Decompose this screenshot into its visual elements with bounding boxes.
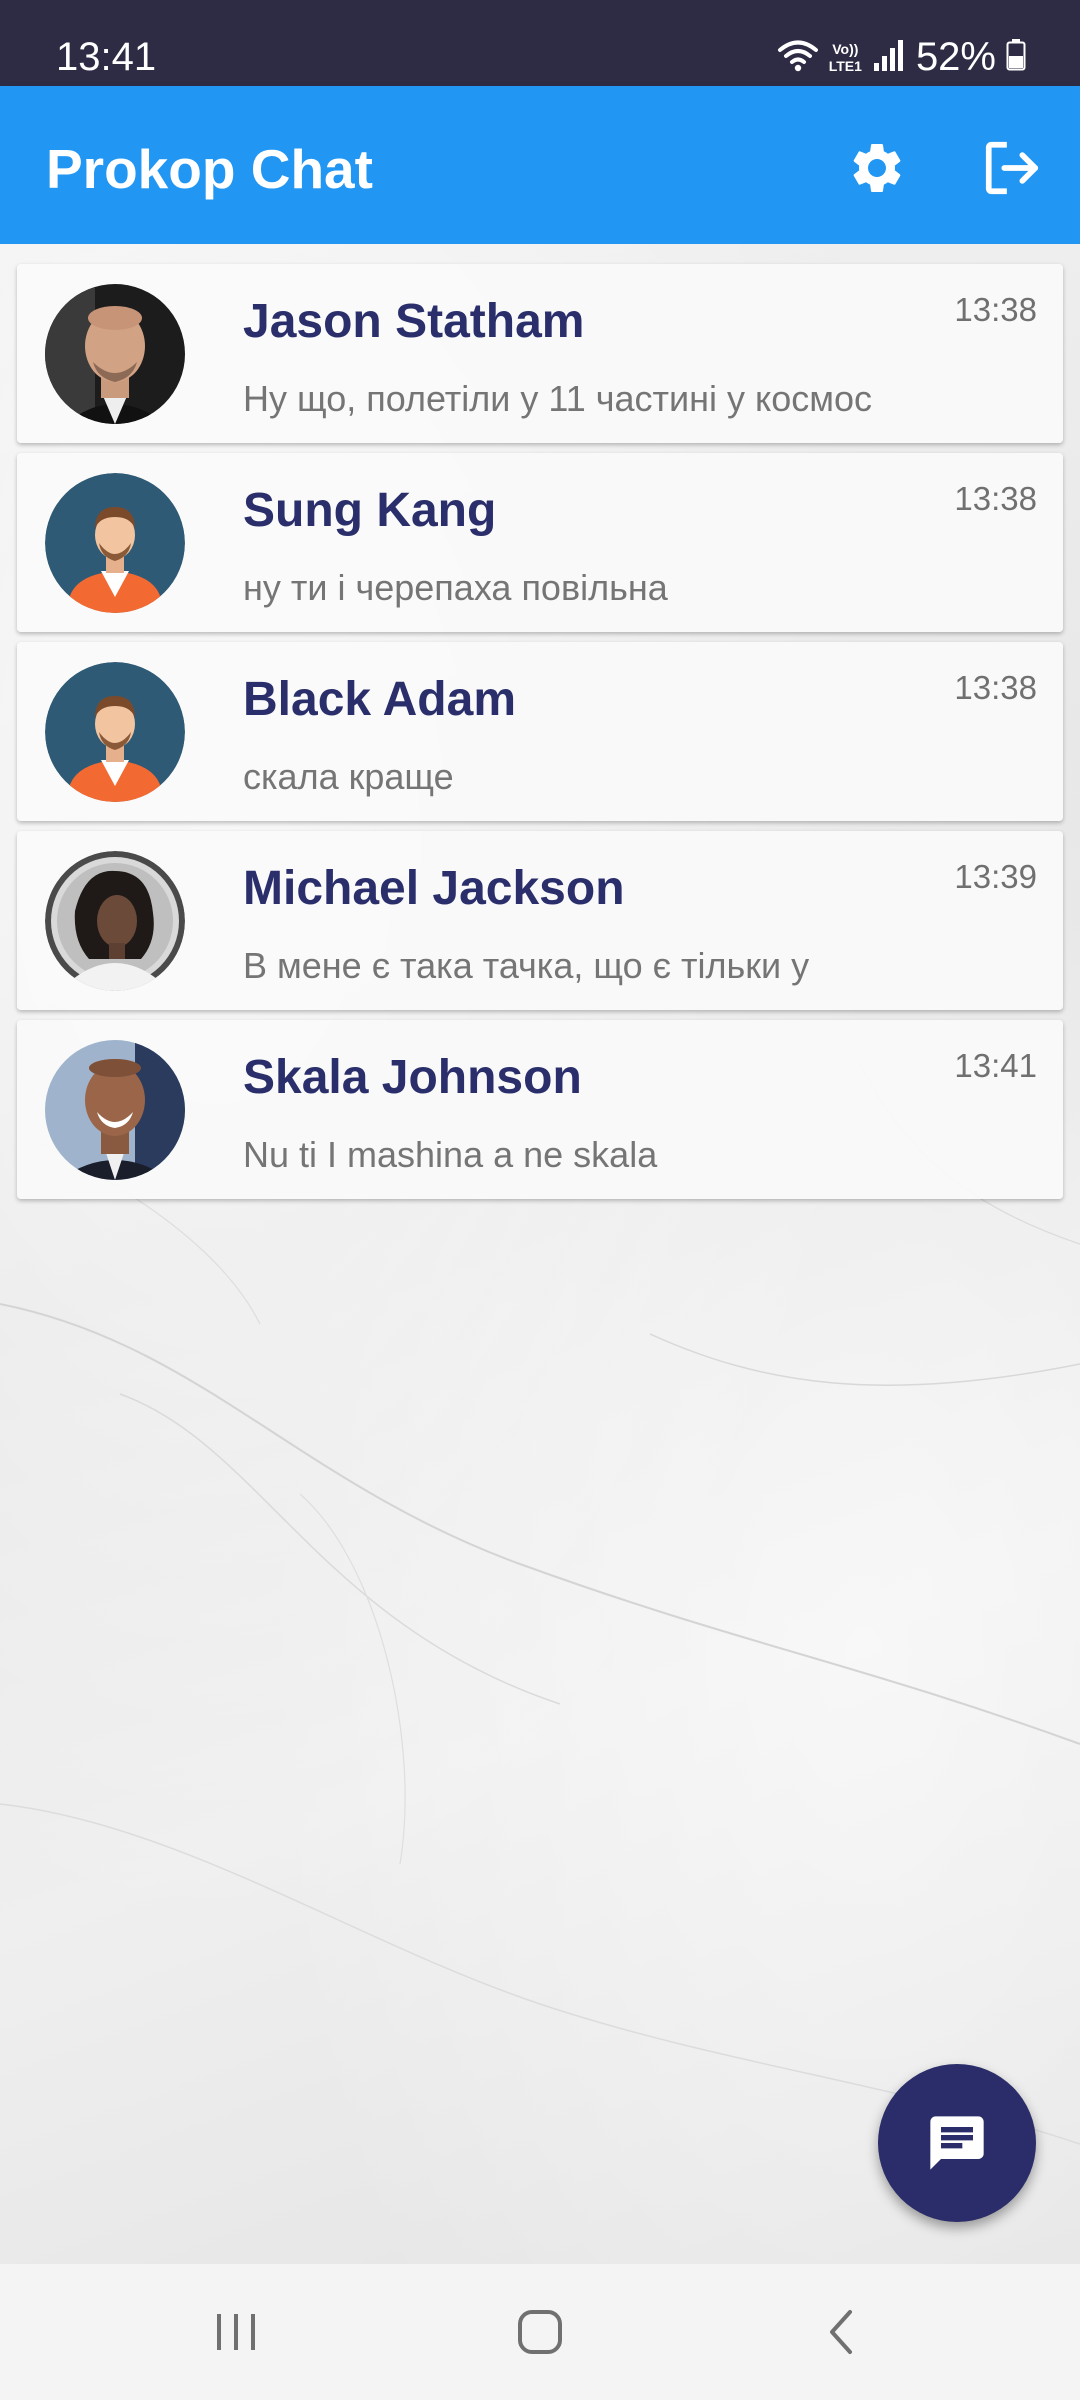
new-chat-button[interactable] — [878, 2064, 1036, 2222]
home-button[interactable] — [480, 2284, 600, 2380]
recents-button[interactable] — [176, 2284, 296, 2380]
last-message: В мене є така тачка, що є тільки у — [243, 945, 810, 986]
default-avatar-icon — [45, 662, 185, 802]
avatar — [45, 851, 185, 991]
message-time: 13:38 — [954, 291, 1037, 328]
contact-name: Skala Johnson — [243, 1051, 582, 1104]
app-title: Prokop Chat — [46, 138, 373, 200]
settings-button[interactable] — [835, 126, 919, 210]
battery-percent: 52% — [915, 35, 996, 79]
contact-name: Jason Statham — [243, 295, 585, 348]
volte-icon: Vo)) LTE1 — [829, 42, 862, 73]
volte-label: Vo)) — [832, 40, 859, 57]
last-message: Nu ti I mashina a ne skala — [243, 1134, 658, 1175]
home-icon — [518, 2310, 562, 2354]
last-message: ну ти і черепаха повільна — [243, 567, 668, 608]
chat-item[interactable]: Sung Kang ну ти і черепаха повільна 13:3… — [17, 453, 1063, 632]
message-time: 13:38 — [954, 669, 1037, 706]
wifi-icon — [777, 38, 819, 77]
recents-icon — [217, 2314, 255, 2350]
message-time: 13:39 — [954, 858, 1037, 895]
back-icon — [830, 2310, 852, 2354]
app-bar: Prokop Chat — [0, 86, 1080, 244]
default-avatar-icon — [45, 473, 185, 613]
last-message: скала краще — [243, 756, 454, 797]
logout-button[interactable] — [970, 126, 1054, 210]
contact-name: Sung Kang — [243, 484, 497, 537]
chat-list: Jason Statham Ну що, полетіли у 11 части… — [17, 264, 1063, 1209]
message-time: 13:38 — [954, 480, 1037, 517]
chat-icon — [930, 2116, 984, 2170]
system-nav-bar — [0, 2264, 1080, 2400]
status-time: 13:41 — [56, 35, 157, 79]
avatar — [45, 284, 185, 424]
battery-icon — [1006, 38, 1026, 76]
gear-icon — [853, 144, 901, 192]
back-button[interactable] — [782, 2284, 902, 2380]
chat-item[interactable]: Black Adam скала краще 13:38 — [17, 642, 1063, 821]
contact-name: Michael Jackson — [243, 862, 625, 915]
chat-item[interactable]: Jason Statham Ну що, полетіли у 11 части… — [17, 264, 1063, 443]
status-bar: 13:41 Vo)) LTE1 52% — [0, 0, 1080, 86]
signal-icon — [872, 39, 906, 76]
lte-label: LTE1 — [828, 57, 862, 74]
message-time: 13:41 — [954, 1047, 1037, 1084]
chat-item[interactable]: Michael Jackson В мене є така тачка, що … — [17, 831, 1063, 1010]
chat-list-area: Jason Statham Ну що, полетіли у 11 части… — [0, 244, 1080, 2264]
chat-item[interactable]: Skala Johnson Nu ti I mashina a ne skala… — [17, 1020, 1063, 1199]
avatar — [45, 1040, 185, 1180]
logout-icon — [985, 141, 1039, 195]
last-message: Ну що, полетіли у 11 частині у космос — [243, 378, 872, 419]
status-icons: Vo)) LTE1 52% — [777, 34, 1026, 80]
contact-name: Black Adam — [243, 673, 516, 726]
